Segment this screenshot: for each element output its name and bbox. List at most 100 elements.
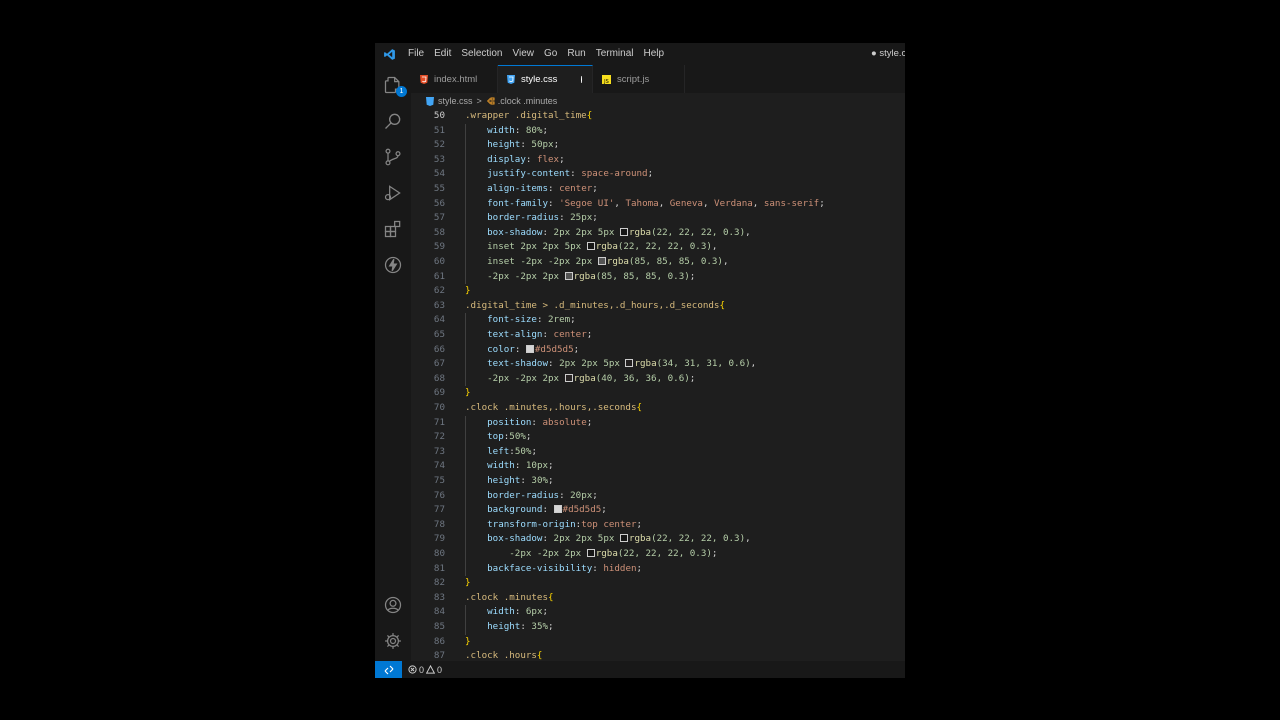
code-line[interactable]: 69} xyxy=(411,386,905,401)
code-line[interactable]: 66 color: #d5d5d5; xyxy=(411,343,905,358)
menu-help[interactable]: Help xyxy=(639,43,670,65)
code-token: border-radius xyxy=(487,489,560,501)
code-line[interactable]: 78 transform-origin:top center; xyxy=(411,518,905,533)
code-token: (40, 36, 36, 0.6) xyxy=(595,372,690,384)
code-line[interactable]: 83 .clock .minutes{ xyxy=(411,591,905,606)
code-line[interactable]: 71 position: absolute; xyxy=(411,416,905,431)
code-line[interactable]: 67 text-shadow: 2px 2px 5px rgba(34, 31,… xyxy=(411,357,905,372)
code-token: 50px xyxy=(531,139,554,151)
menu-file[interactable]: File xyxy=(403,43,429,65)
code-token: (85, 85, 85, 0.3) xyxy=(628,256,723,267)
unsaved-dot-icon[interactable] xyxy=(581,76,582,83)
code-token: } xyxy=(465,635,471,647)
code-line[interactable]: 63 .digital_time > .d_minutes,.d_hours,.d… xyxy=(411,299,905,314)
code-line[interactable]: 62} xyxy=(411,284,905,299)
code-token: absolute xyxy=(542,416,587,428)
color-swatch-icon[interactable] xyxy=(564,271,573,280)
tab-script-js[interactable]: JS script.js xyxy=(593,65,685,93)
code-line[interactable]: 76 border-radius: 20px; xyxy=(411,489,905,504)
code-line[interactable]: 85 height: 35%; xyxy=(411,620,905,635)
color-swatch-icon[interactable] xyxy=(525,344,534,353)
code-token: , xyxy=(722,256,729,267)
code-line[interactable]: 79 box-shadow: 2px 2px 5px rgba(22, 22, … xyxy=(411,532,905,547)
menu-view[interactable]: View xyxy=(508,43,540,65)
color-swatch-icon[interactable] xyxy=(619,227,628,236)
code-line[interactable]: 57 border-radius: 25px; xyxy=(411,211,905,226)
line-number: 72 xyxy=(433,431,445,443)
remote-indicator-button[interactable] xyxy=(375,661,402,678)
code-token: : xyxy=(559,489,571,501)
color-swatch-icon[interactable] xyxy=(553,505,562,514)
menu-selection[interactable]: Selection xyxy=(456,43,507,65)
code-token: ; xyxy=(553,139,560,151)
explorer-icon[interactable]: 1 xyxy=(375,67,411,103)
code-line[interactable]: 77 background: #d5d5d5; xyxy=(411,503,905,518)
code-line[interactable]: 87 .clock .hours{ xyxy=(411,649,905,661)
code-token: justify-content xyxy=(487,168,571,180)
tab-style-css[interactable]: style.css xyxy=(498,65,593,93)
code-line[interactable]: 86} xyxy=(411,635,905,650)
live-share-icon[interactable] xyxy=(375,247,411,283)
code-token: height xyxy=(487,621,521,632)
color-swatch-icon[interactable] xyxy=(586,549,595,557)
code-line[interactable]: 54 justify-content: space-around; xyxy=(411,167,905,182)
line-number: 61 xyxy=(433,270,445,282)
code-line[interactable]: 53 display: flex; xyxy=(411,153,905,168)
code-line[interactable]: 50 .wrapper .digital_time{ xyxy=(411,109,905,124)
code-line[interactable]: 59 inset 2px 2px 5px rgba(22, 22, 22, 0.… xyxy=(411,240,905,255)
code-token: , xyxy=(750,358,757,370)
menu-go[interactable]: Go xyxy=(539,43,562,65)
code-line[interactable]: 73 left:50%; xyxy=(411,445,905,460)
code-line[interactable]: 65 text-align: center; xyxy=(411,328,905,343)
code-line[interactable]: 81 backface-visibility: hidden; xyxy=(411,562,905,577)
account-icon[interactable] xyxy=(375,587,411,623)
settings-gear-icon[interactable] xyxy=(375,623,411,659)
code-line[interactable]: 56 font-family: 'Segoe UI', Tahoma, Gene… xyxy=(411,197,905,212)
line-number: 63 xyxy=(433,299,445,311)
code-line[interactable]: 64 font-size: 2rem; xyxy=(411,313,905,328)
line-number: 75 xyxy=(433,475,445,486)
code-line[interactable]: 72 top:50%; xyxy=(411,430,905,445)
code-line[interactable]: 80 -2px -2px 2px rgba(22, 22, 22, 0.3); xyxy=(411,547,905,562)
line-number: 50 xyxy=(433,110,445,121)
color-swatch-icon[interactable] xyxy=(625,359,634,368)
menu-terminal[interactable]: Terminal xyxy=(591,43,639,65)
color-swatch-icon[interactable] xyxy=(586,242,595,251)
code-line[interactable]: 74 width: 10px; xyxy=(411,459,905,474)
code-line[interactable]: 51 width: 80%; xyxy=(411,124,905,139)
code-editor[interactable]: 50 .wrapper .digital_time{51 width: 80%; 5… xyxy=(411,109,905,661)
run-debug-icon[interactable] xyxy=(375,175,411,211)
code-line[interactable]: 84 width: 6px; xyxy=(411,605,905,620)
code-line[interactable]: 55 align-items: center; xyxy=(411,182,905,197)
problems-indicator[interactable]: 0 0 xyxy=(408,665,444,675)
source-control-icon[interactable] xyxy=(375,139,411,175)
color-swatch-icon[interactable] xyxy=(597,257,606,265)
code-line[interactable]: 61 -2px -2px 2px rgba(85, 85, 85, 0.3); xyxy=(411,270,905,285)
breadcrumb-file[interactable]: style.css xyxy=(438,96,473,106)
code-token: height xyxy=(487,139,521,151)
code-token: 2px 2px 5px xyxy=(553,533,620,545)
breadcrumb-symbol[interactable]: .clock .minutes xyxy=(498,96,558,106)
tab-index-html[interactable]: index.html xyxy=(411,65,498,93)
menu-edit[interactable]: Edit xyxy=(429,43,456,65)
code-line[interactable]: 68 -2px -2px 2px rgba(40, 36, 36, 0.6); xyxy=(411,372,905,387)
code-line[interactable]: 82} xyxy=(411,576,905,591)
code-text: border-radius: 25px; xyxy=(465,211,598,226)
code-token: Geneva xyxy=(669,197,703,209)
menu-run[interactable]: Run xyxy=(562,43,590,65)
code-token: ; xyxy=(525,431,532,443)
color-swatch-icon[interactable] xyxy=(564,373,573,382)
search-icon[interactable] xyxy=(375,103,411,139)
code-token: rgba xyxy=(595,548,618,559)
code-line[interactable]: 52 height: 50px; xyxy=(411,138,905,153)
code-token: rgba xyxy=(595,241,618,253)
code-text: .wrapper .digital_time{ xyxy=(465,109,592,124)
code-line[interactable]: 75 height: 30%; xyxy=(411,474,905,489)
code-line[interactable]: 58 box-shadow: 2px 2px 5px rgba(22, 22, … xyxy=(411,226,905,241)
code-line[interactable]: 60 inset -2px -2px 2px rgba(85, 85, 85, … xyxy=(411,255,905,270)
color-swatch-icon[interactable] xyxy=(619,534,628,543)
code-token: 'Segoe UI' xyxy=(559,197,615,209)
extensions-icon[interactable] xyxy=(375,211,411,247)
code-line[interactable]: 70 .clock .minutes,.hours,.seconds{ xyxy=(411,401,905,416)
